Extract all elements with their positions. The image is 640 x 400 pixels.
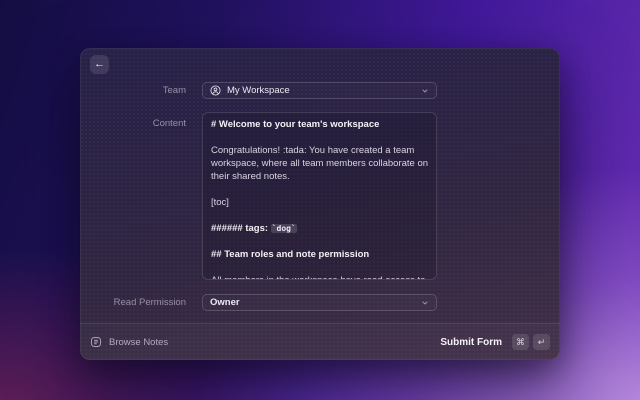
- command-title: Browse Notes: [90, 336, 168, 348]
- raycast-window: ← Team My Workspace: [80, 48, 560, 360]
- read-permission-field-row: Read Permission Owner: [80, 294, 560, 311]
- return-key-icon: ↵: [533, 334, 550, 350]
- content-textarea[interactable]: # Welcome to your team's workspaceCongra…: [202, 112, 437, 280]
- submit-form-label: Submit Form: [440, 337, 502, 348]
- submit-form-button[interactable]: Submit Form ⌘ ↵: [440, 334, 550, 350]
- form: Team My Workspace: [80, 82, 560, 324]
- chevron-down-icon: [421, 299, 429, 307]
- team-label: Team: [80, 82, 186, 99]
- back-button[interactable]: ←: [90, 55, 109, 74]
- command-key-icon: ⌘: [512, 334, 529, 350]
- arrow-left-icon: ←: [94, 59, 105, 70]
- command-title-label: Browse Notes: [109, 337, 168, 348]
- chevron-down-icon: [421, 87, 429, 95]
- read-permission-value: Owner: [210, 297, 240, 308]
- team-field-row: Team My Workspace: [80, 82, 560, 99]
- team-dropdown[interactable]: My Workspace: [202, 82, 437, 99]
- notes-document-icon: [90, 336, 102, 348]
- action-bar: Browse Notes Submit Form ⌘ ↵: [80, 323, 560, 360]
- user-circle-icon: [210, 85, 221, 96]
- read-permission-dropdown[interactable]: Owner: [202, 294, 437, 311]
- content-label: Content: [80, 112, 186, 130]
- team-dropdown-value: My Workspace: [227, 85, 290, 96]
- read-permission-label: Read Permission: [80, 294, 186, 311]
- content-field-row: Content # Welcome to your team's workspa…: [80, 112, 560, 280]
